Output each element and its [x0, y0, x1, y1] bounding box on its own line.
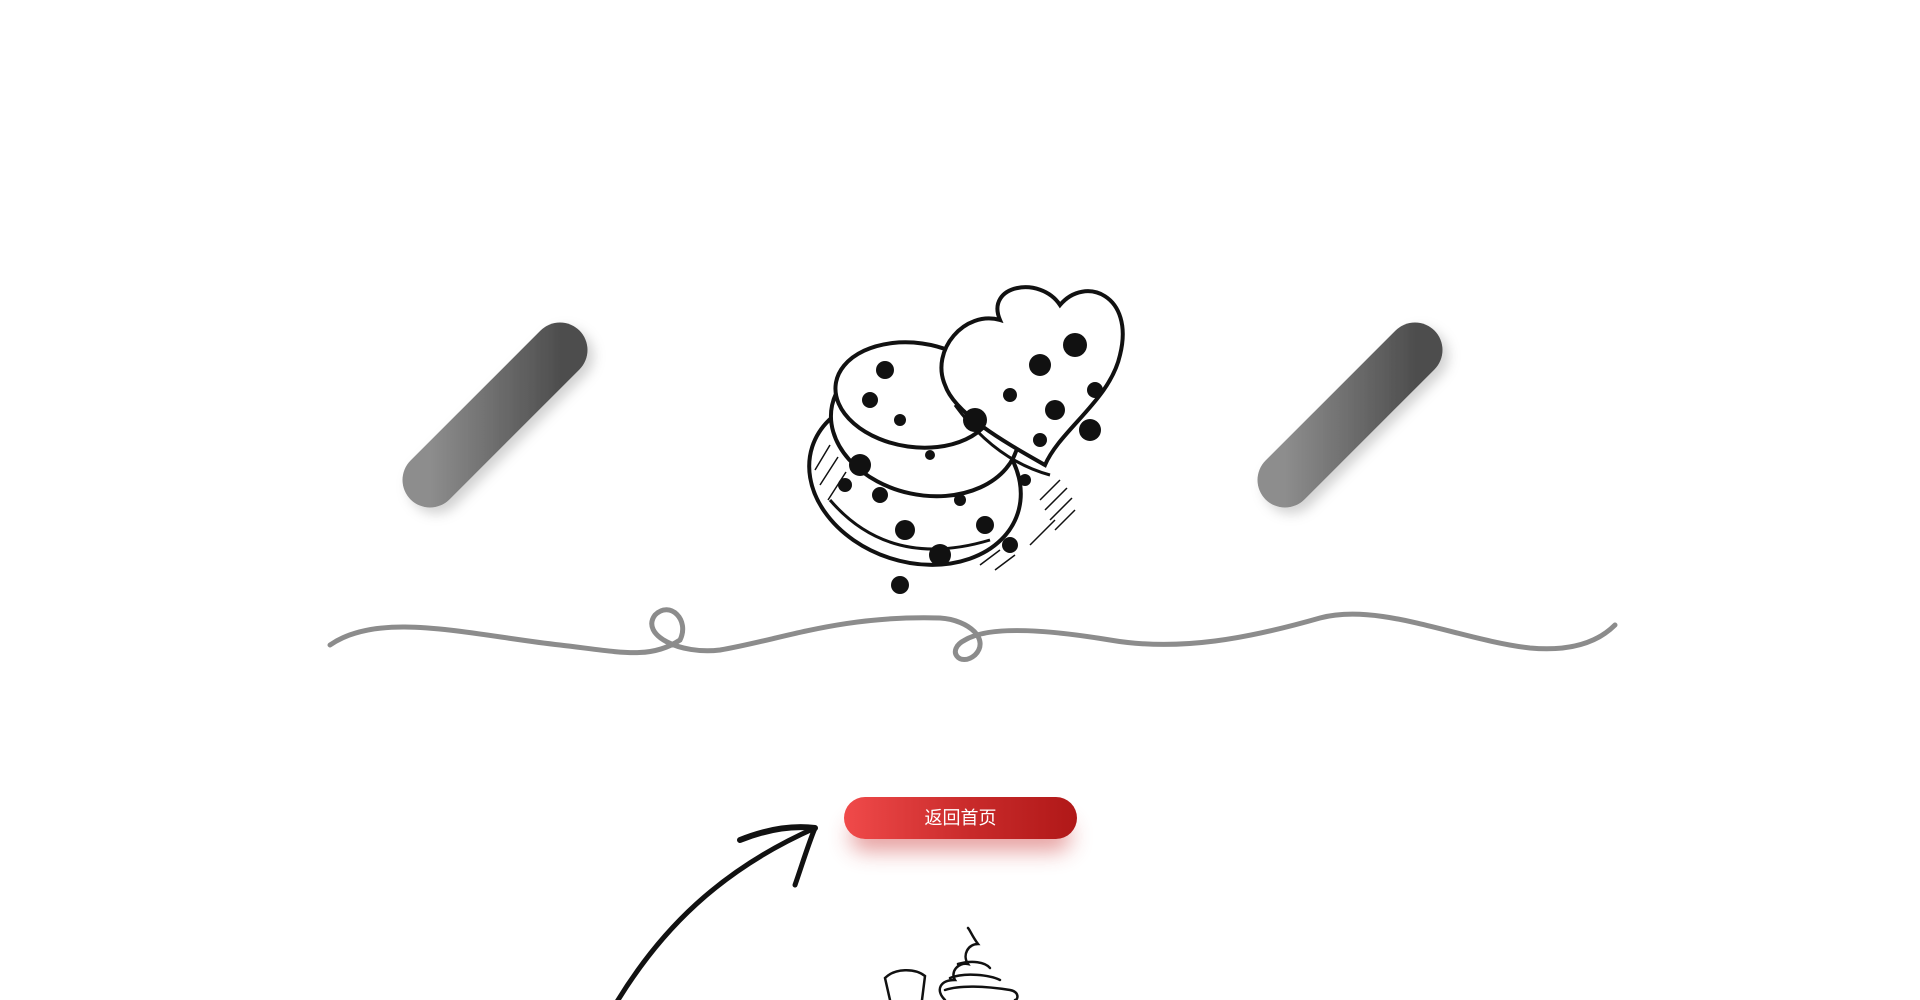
squiggle-line: [327, 607, 1618, 662]
ice-cream-sketch-icon: [883, 926, 1019, 1000]
not-found-page: 返回首页: [0, 0, 1920, 1000]
digit-four-left: [402, 322, 638, 553]
cookie-stack-icon: [807, 285, 1125, 594]
hand-drawn-arrow-icon: [615, 824, 818, 1000]
return-home-button[interactable]: 返回首页: [844, 797, 1077, 839]
digit-four-right: [1257, 322, 1493, 558]
illustration-layer: [327, 285, 1618, 1000]
